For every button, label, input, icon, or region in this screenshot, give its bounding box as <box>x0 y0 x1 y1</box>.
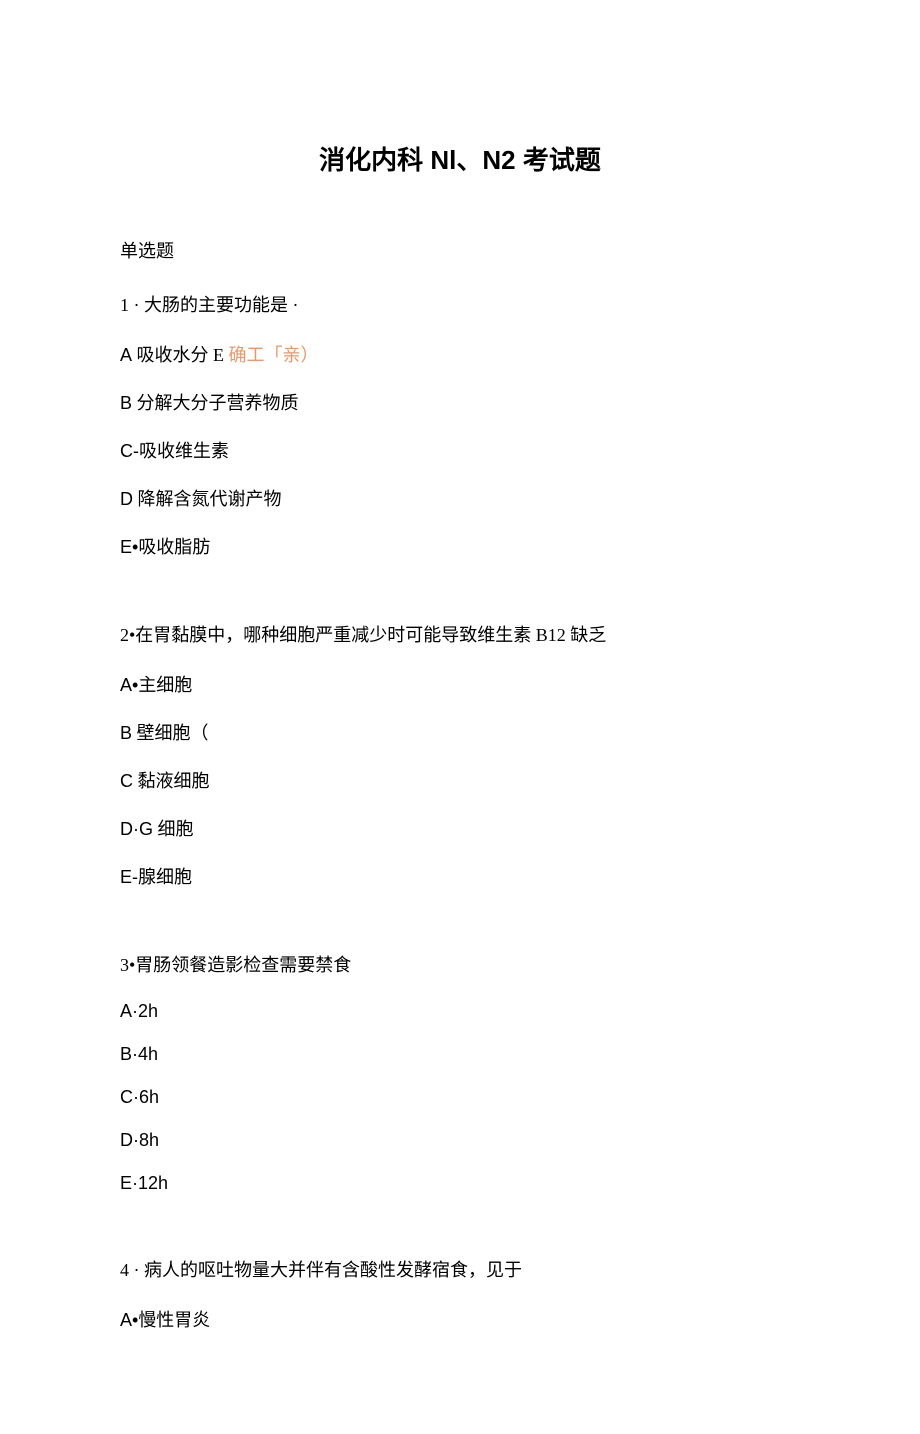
option-text: 慢性胃炎 <box>138 1310 210 1330</box>
option: D 降解含氮代谢产物 <box>120 485 800 511</box>
question-stem: 3•胃肠领餐造影检查需要禁食 <box>120 951 800 977</box>
option: B 分解大分子营养物质 <box>120 389 800 415</box>
option: A•主细胞 <box>120 671 800 697</box>
option-prefix: D <box>120 489 133 509</box>
question-stem: 1 · 大肠的主要功能是 · <box>120 291 800 317</box>
option-prefix: E- <box>120 867 138 887</box>
option-prefix: B <box>120 723 132 743</box>
option-prefix: D·8h <box>120 1130 159 1150</box>
option-prefix: D·G <box>120 819 153 839</box>
option: B 壁细胞（ <box>120 719 800 745</box>
option-text: 降解含氮代谢产物 <box>133 489 282 509</box>
option-text: 细胞 <box>153 819 194 839</box>
option-prefix: E·12h <box>120 1173 168 1193</box>
spacer <box>120 911 800 951</box>
option: D·G 细胞 <box>120 815 800 841</box>
option: E-腺细胞 <box>120 863 800 889</box>
option-text: 壁细胞（ <box>132 723 209 743</box>
option: A 吸收水分 E 确工「亲） <box>120 341 800 367</box>
section-label: 单选题 <box>120 237 800 263</box>
option: D·8h <box>120 1130 800 1151</box>
spacer <box>120 1216 800 1256</box>
option: C 黏液细胞 <box>120 767 800 793</box>
option-text: 吸收水分 E <box>132 345 224 365</box>
answer-hint: 确工「亲） <box>224 345 319 365</box>
option: E•吸收脂肪 <box>120 533 800 559</box>
option-prefix: C- <box>120 441 139 461</box>
option-prefix: E• <box>120 537 138 557</box>
option: C·6h <box>120 1087 800 1108</box>
option-prefix: C·6h <box>120 1087 159 1107</box>
option: B·4h <box>120 1044 800 1065</box>
option: A·2h <box>120 1001 800 1022</box>
document-page: 消化内科 Nl、N2 考试题 单选题 1 · 大肠的主要功能是 · A 吸收水分… <box>0 0 920 1434</box>
option: C-吸收维生素 <box>120 437 800 463</box>
option-prefix: B·4h <box>120 1044 158 1064</box>
option-text: 吸收维生素 <box>139 441 229 461</box>
option-text: 吸收脂肪 <box>138 537 210 557</box>
option-prefix: C <box>120 771 133 791</box>
option-prefix: A• <box>120 1310 138 1330</box>
option: E·12h <box>120 1173 800 1194</box>
option-text: 腺细胞 <box>138 867 192 887</box>
option: A•慢性胃炎 <box>120 1306 800 1332</box>
option-prefix: A·2h <box>120 1001 158 1021</box>
question-stem: 4 · 病人的呕吐物量大并伴有含酸性发酵宿食，见于 <box>120 1256 800 1282</box>
option-text: 主细胞 <box>138 675 192 695</box>
option-prefix: A <box>120 345 132 365</box>
option-prefix: B <box>120 393 132 413</box>
option-text: 分解大分子营养物质 <box>132 393 299 413</box>
page-title: 消化内科 Nl、N2 考试题 <box>120 140 800 177</box>
option-text: 黏液细胞 <box>133 771 210 791</box>
question-stem: 2•在胃黏膜中，哪种细胞严重减少时可能导致维生素 B12 缺乏 <box>120 621 800 647</box>
spacer <box>120 581 800 621</box>
option-prefix: A• <box>120 675 138 695</box>
